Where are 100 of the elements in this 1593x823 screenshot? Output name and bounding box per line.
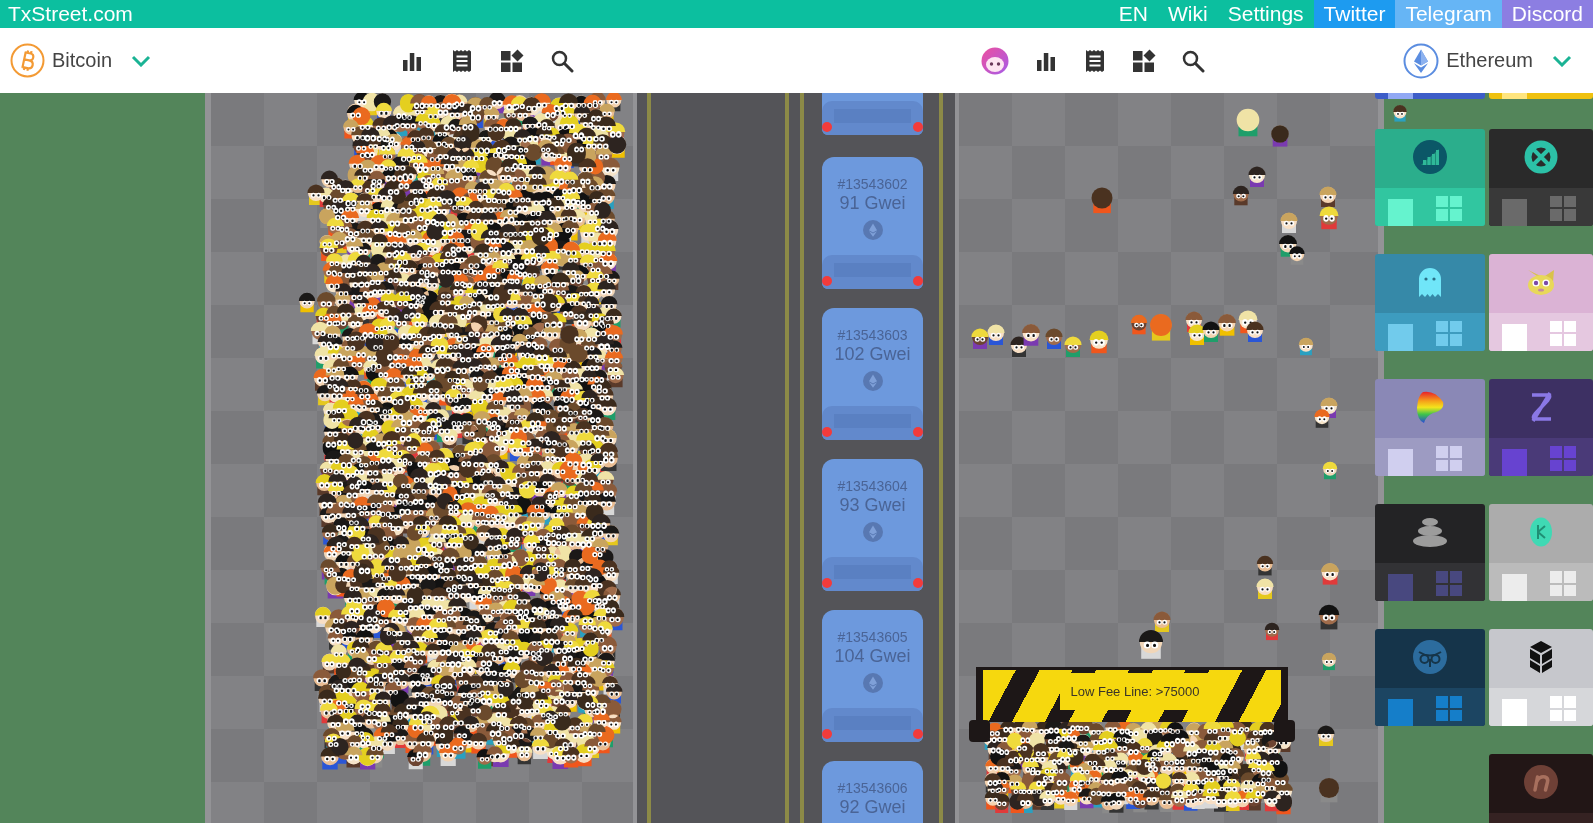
block-number: #13543602 (837, 176, 908, 193)
search-icon[interactable] (1180, 48, 1205, 73)
leaf-shape-icon (1529, 517, 1553, 547)
gas-price: 102 Gwei (834, 344, 911, 365)
person-icon (971, 328, 989, 349)
diamond-coin-icon (862, 673, 883, 693)
tail-light (913, 122, 923, 132)
person-icon (1256, 555, 1274, 576)
person-icon (1153, 611, 1171, 632)
person-icon (1317, 725, 1335, 746)
block-number: #13543606 (837, 780, 908, 797)
coin-dropdown[interactable]: Ethereum (1403, 42, 1572, 79)
house-door (1388, 699, 1413, 726)
tiles-icon[interactable] (1131, 48, 1156, 73)
person-icon (1010, 336, 1028, 357)
person-icon (1314, 409, 1330, 428)
person-icon (1322, 461, 1338, 480)
house-door (1502, 324, 1527, 351)
nav-link[interactable]: Wiki (1158, 0, 1218, 28)
person-icon (1246, 321, 1264, 342)
house-door (1388, 574, 1413, 601)
barrier-foot (969, 720, 990, 742)
person-icon (1298, 337, 1314, 356)
search-icon[interactable] (549, 48, 574, 73)
diamond-coin-icon (862, 522, 883, 542)
social-link[interactable]: Discord (1501, 0, 1593, 28)
cube-icon (1528, 640, 1554, 674)
fee-line-label: Low Fee Line: >75000 (1060, 673, 1210, 710)
person-icon (1393, 105, 1407, 122)
site-title[interactable]: TxStreet.com (0, 0, 133, 28)
owl-face-icon (1413, 640, 1447, 674)
person-icon (1321, 652, 1337, 671)
gas-price: 92 Gwei (839, 797, 906, 818)
person-icon (1089, 330, 1109, 354)
person-icon (1130, 314, 1148, 335)
person-icon (1045, 328, 1063, 349)
person-icon (1202, 321, 1220, 342)
block-number: #13543605 (837, 629, 908, 646)
gas-price: 91 Gwei (839, 193, 906, 214)
house-door (1388, 199, 1413, 226)
face-icon[interactable] (980, 46, 1009, 75)
person-icon (1289, 246, 1305, 265)
rainbow-blob-icon (1415, 390, 1445, 424)
person-icon (1188, 324, 1206, 345)
bus[interactable]: #13543605 104 Gwei (822, 610, 923, 742)
person-icon (1150, 314, 1172, 341)
person-icon (1139, 630, 1163, 659)
tiles-icon[interactable] (499, 48, 524, 73)
bus[interactable]: #13543606 92 Gwei (822, 761, 923, 823)
tail-light (913, 578, 923, 588)
house-window (1436, 696, 1462, 721)
nav-link[interactable]: EN (1108, 0, 1159, 28)
house-door (1502, 449, 1527, 476)
tail-light (822, 729, 832, 739)
person-icon (1319, 206, 1339, 230)
person-icon (1232, 185, 1250, 206)
house-window (1436, 571, 1462, 596)
person-icon (1064, 336, 1082, 357)
house[interactable] (1375, 504, 1485, 601)
tail-light (822, 276, 832, 286)
person-icon (1248, 166, 1266, 187)
coin-logo-icon (10, 43, 45, 78)
house-door (1388, 324, 1413, 351)
barrier-foot (1274, 720, 1295, 742)
bus[interactable]: #13543602 91 Gwei (822, 157, 923, 289)
gas-price: 104 Gwei (834, 646, 911, 667)
crossed-ring-icon (1524, 140, 1558, 174)
tail-light (913, 729, 923, 739)
person-icon (1264, 622, 1280, 641)
arch-circle-icon (1524, 765, 1558, 799)
person-icon (1022, 324, 1040, 346)
tail-light (913, 427, 923, 437)
person-icon (987, 324, 1005, 345)
nav-link[interactable]: Settings (1217, 0, 1314, 28)
house-door (1502, 93, 1527, 99)
house-door (1502, 699, 1527, 726)
house-window (1550, 321, 1576, 346)
person-icon (1280, 212, 1298, 233)
house[interactable] (1489, 629, 1593, 726)
social-link[interactable]: Twitter (1313, 0, 1396, 28)
bar-graph-circle-icon (1413, 140, 1447, 174)
tail-light (913, 276, 923, 286)
person-icon (1218, 314, 1236, 336)
house-window (1436, 321, 1462, 346)
house-window (1550, 196, 1576, 221)
house-window (1550, 696, 1576, 721)
house[interactable] (1375, 129, 1485, 226)
house[interactable] (1489, 129, 1593, 226)
diamond-coin-icon (862, 220, 883, 240)
social-link[interactable]: Telegram (1395, 0, 1502, 28)
coin-dropdown[interactable]: Bitcoin (10, 43, 152, 78)
chevron-down-icon (131, 54, 152, 67)
bus[interactable]: #13543603 102 Gwei (822, 308, 923, 440)
tail-light (822, 578, 832, 588)
diamond-coin-icon (862, 371, 883, 391)
house-door (1502, 199, 1527, 226)
bus[interactable]: #13543604 93 Gwei (822, 459, 923, 591)
block-number: #13543604 (837, 478, 908, 495)
house-door (1502, 574, 1527, 601)
person-icon (1091, 187, 1113, 214)
